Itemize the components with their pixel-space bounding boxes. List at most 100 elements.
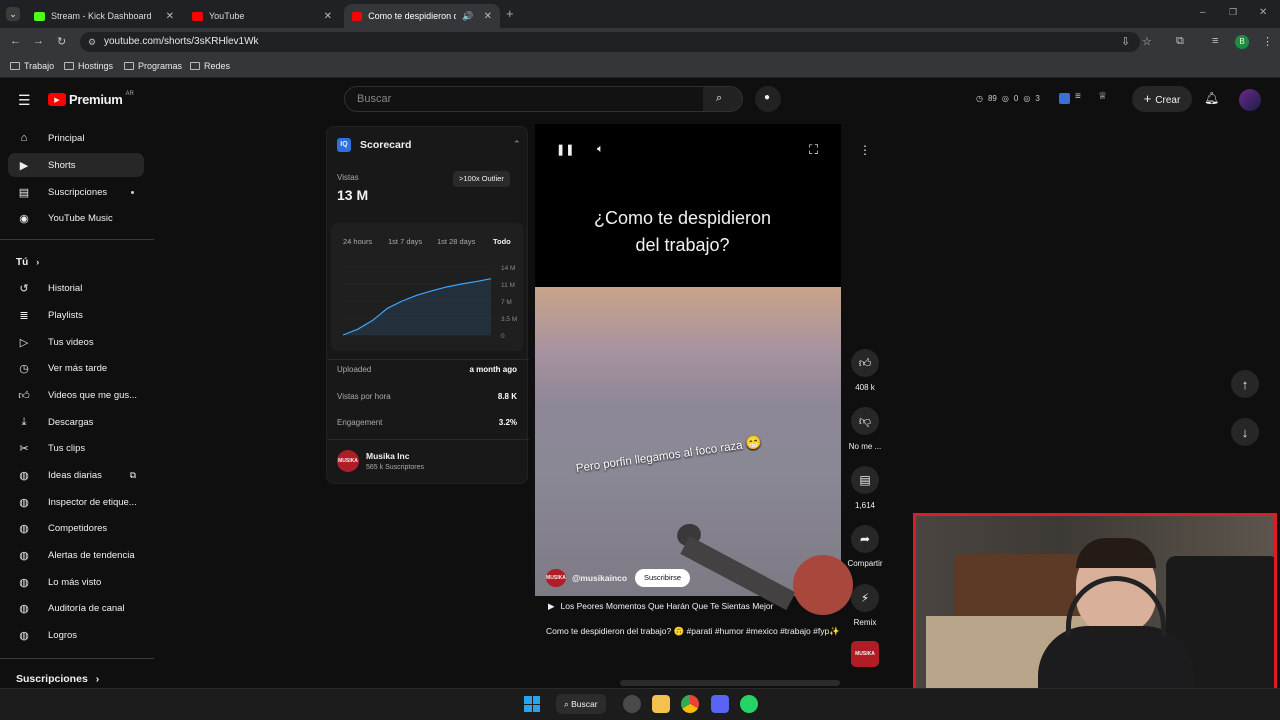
like-button[interactable]: 👍︎ [851,349,879,377]
window-close-icon[interactable]: ✕ [1259,7,1267,18]
whatsapp-icon[interactable] [740,695,758,713]
tab-youtube[interactable]: YouTube ✕ [184,4,340,28]
extension-stats[interactable]: ◷ 89 ◎ 0 ◎ 3 [976,94,1040,103]
more-options-icon[interactable]: ⋮ [851,136,879,164]
sidebar-item-suscripciones[interactable]: ▤ Suscripciones [8,180,144,204]
next-short-button[interactable]: ↓ [1231,418,1259,446]
bookmark-trabajo[interactable]: Trabajo [10,61,54,71]
collapse-icon[interactable]: ⌃ [513,139,521,150]
sidebar-label: Suscripciones [48,186,108,198]
search-icon: ⌕ [564,699,569,709]
extensions-icon[interactable]: ⧉ [1176,35,1184,48]
sidebar-item-music[interactable]: ◉ YouTube Music [8,206,144,230]
tab-kick[interactable]: Stream - Kick Dashboard ✕ [26,4,182,28]
vidiq-logo-icon: IQ [337,138,351,152]
bookmark-star-icon[interactable]: ☆ [1142,35,1152,48]
sidebar-item-tus-videos[interactable]: ▷ Tus videos [8,330,144,354]
audio-track-thumbnail[interactable]: MUSIKA [851,641,879,667]
sidebar-item-auditoria[interactable]: ◍ Auditoría de canal [8,596,144,620]
playlist-link[interactable]: ▶ Los Peores Momentos Que Harán Que Te Si… [548,601,773,612]
maximize-icon[interactable]: ❐ [1229,7,1237,18]
sidebar-item-competidores[interactable]: ◍ Competidores [8,516,144,540]
sidebar-label: YouTube Music [48,212,113,224]
bookmark-hostings[interactable]: Hostings [64,61,113,71]
sidebar-item-alertas[interactable]: ◍ Alertas de tendencia [8,543,144,567]
tab-search-icon[interactable]: ⌄ [6,7,20,21]
bookmark-programas[interactable]: Programas [124,61,182,71]
sidebar-item-ideas[interactable]: ◍ Ideas diarias ⧉ [8,463,144,487]
install-icon[interactable]: ⇩ [1121,35,1130,48]
range-24h[interactable]: 24 hours [343,237,372,246]
url-field[interactable]: ⚙ youtube.com/shorts/3sKRHlev1Wk [80,32,1140,52]
chart-y-tick-label: 14 M [501,265,515,272]
file-explorer-icon[interactable] [652,695,670,713]
profile-avatar[interactable]: B [1235,35,1249,49]
like-count: 408 k [855,383,875,392]
taskbar-search[interactable]: ⌕ Buscar [556,694,606,714]
bookmark-redes[interactable]: Redes [190,61,230,71]
previous-short-button[interactable]: ↑ [1231,370,1259,398]
youtube-premium-logo[interactable]: ▶ Premium AR [48,91,134,107]
search-button[interactable]: ⌕ [703,86,743,112]
dislike-button[interactable]: 👎︎ [851,407,879,435]
sidebar-label: Inspector de etique... [48,496,137,508]
vidiq-icon: ◍ [19,576,29,589]
create-button[interactable]: + Crear [1132,86,1192,112]
media-icon[interactable]: ≡ [1212,35,1218,47]
site-info-icon[interactable]: ⚙ [88,32,96,52]
sidebar-item-descargas[interactable]: ⤓ Descargas [8,410,144,434]
list-icon[interactable]: ≡ [1075,91,1081,102]
taskbar-app-icon[interactable] [623,695,641,713]
range-7d[interactable]: 1st 7 days [388,237,422,246]
windows-start-icon[interactable] [524,696,540,712]
close-icon[interactable]: ✕ [484,11,492,22]
sidebar-item-shorts[interactable]: ▶ Shorts [8,153,144,177]
channel-avatar[interactable]: MUSIKA [337,450,359,472]
forward-icon[interactable]: → [33,35,44,47]
sidebar-item-ver-mas-tarde[interactable]: ◷ Ver más tarde [8,356,144,380]
thumbs-down-icon: 👎︎ [858,413,872,428]
range-28d[interactable]: 1st 28 days [437,237,475,246]
chevron-right-icon: › [36,257,40,267]
hamburger-menu-icon[interactable]: ☰ [18,92,31,109]
remix-button[interactable]: ⚡︎ [851,584,879,612]
sidebar-item-principal[interactable]: ⌂ Principal [8,126,144,150]
sidebar-item-liked[interactable]: 👍︎ Videos que me gus... [8,383,144,407]
sidebar-item-inspector[interactable]: ◍ Inspector de etique... [8,490,144,514]
channel-name[interactable]: Musika Inc [366,451,409,461]
range-todo[interactable]: Todo [493,237,511,246]
sidebar-item-playlists[interactable]: ≣ Playlists [8,303,144,327]
menu-icon[interactable]: ⋮ [1262,35,1273,48]
volume-icon[interactable]: 🔈︎ [597,143,604,156]
sidebar-item-clips[interactable]: ✂ Tus clips [8,436,144,460]
back-icon[interactable]: ← [10,35,21,47]
channel-avatar[interactable]: MUSIKA [546,569,566,587]
channel-handle[interactable]: @musikainco [572,573,627,583]
sidebar-item-logros[interactable]: ◍ Logros [8,623,144,647]
sidebar-item-lo-mas-visto[interactable]: ◍ Lo más visto [8,570,144,594]
voice-search-button[interactable]: ● [755,86,781,112]
account-avatar[interactable] [1239,89,1261,111]
trophy-icon[interactable]: ♕ [1098,91,1107,102]
tab-short[interactable]: Como te despidieron del tr 🔊 ✕ [344,4,500,28]
chrome-icon[interactable] [681,695,699,713]
close-icon[interactable]: ✕ [166,11,174,22]
speaker-icon[interactable]: 🔊 [462,11,473,22]
sidebar-item-historial[interactable]: ↺ Historial [8,276,144,300]
vidiq-icon[interactable] [1059,93,1070,104]
close-icon[interactable]: ✕ [324,11,332,22]
sidebar-you-header[interactable]: Tú › [8,250,144,274]
search-input[interactable]: Buscar [344,86,704,112]
reload-icon[interactable]: ↻ [57,35,66,48]
subscribe-button[interactable]: Suscribirse [635,569,690,587]
vidiq-icon: ◍ [19,496,29,509]
fullscreen-icon[interactable]: ⛶ [809,142,818,158]
minimize-icon[interactable]: – [1200,7,1206,18]
notifications-bell-icon[interactable]: 🔔︎ [1204,91,1219,105]
eye-icon: ◎ [1001,94,1009,103]
comments-button[interactable]: ▤ [851,466,879,494]
discord-icon[interactable] [711,695,729,713]
share-button[interactable]: ➦ [851,525,879,553]
new-tab-icon[interactable]: + [506,6,514,21]
pause-icon[interactable]: ❚❚ [556,143,574,156]
